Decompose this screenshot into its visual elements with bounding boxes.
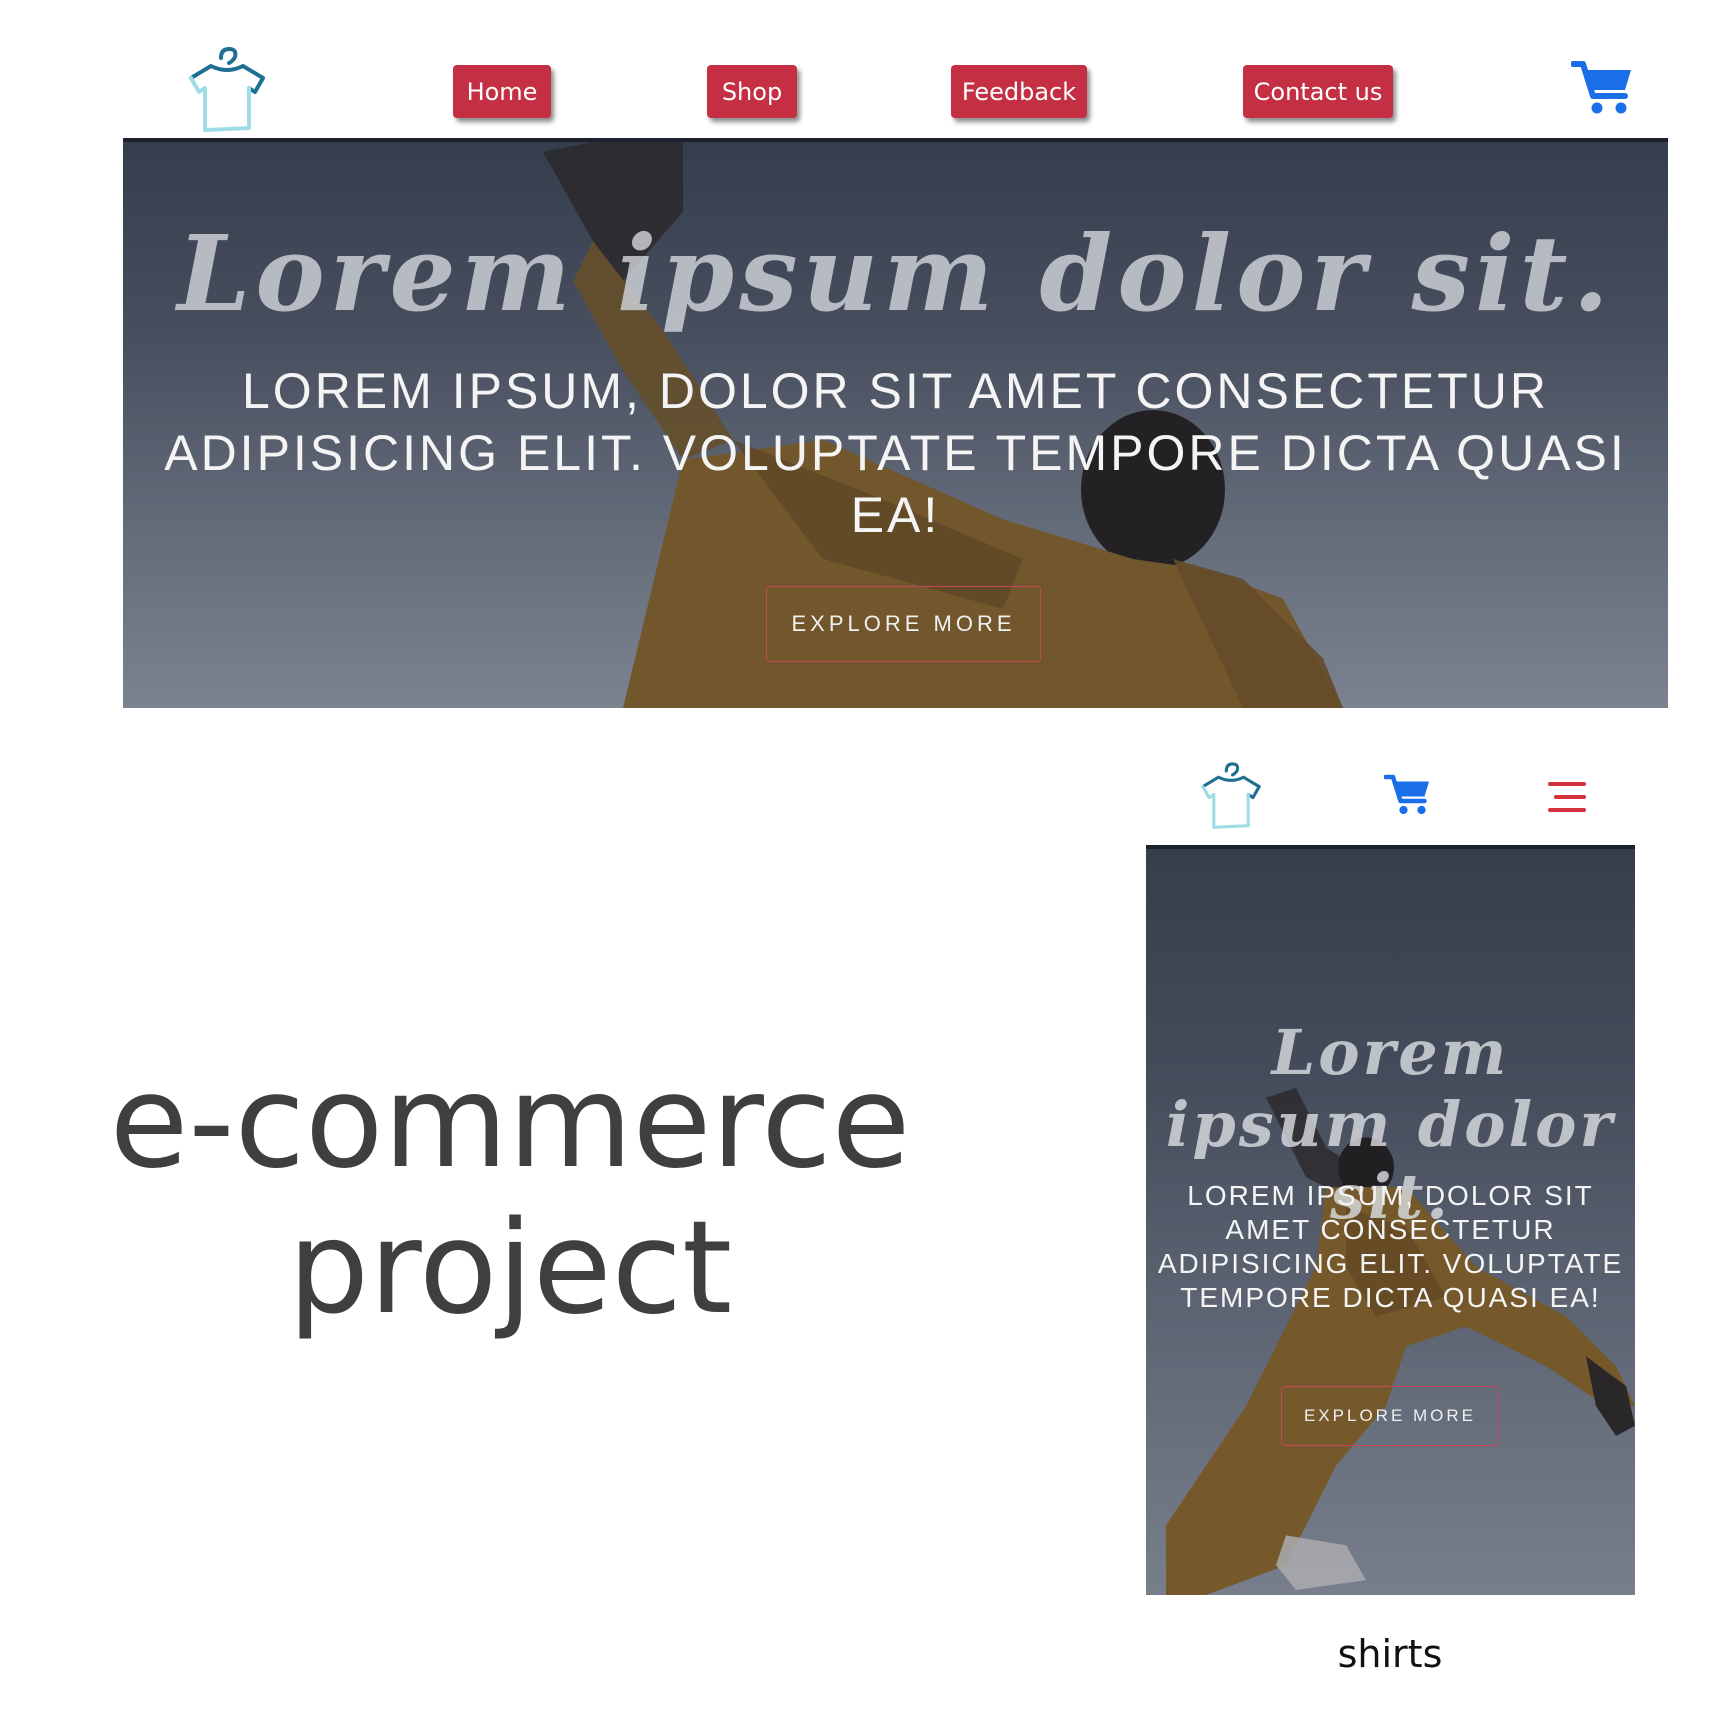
mobile-hero-banner: Lorem ipsum dolor sit. LOREM IPSUM, DOLO… (1146, 845, 1635, 1595)
hero-subtitle: LOREM IPSUM, DOLOR SIT AMET CONSECTETUR … (164, 363, 1627, 543)
project-label: e-commerce project (90, 1050, 930, 1342)
hamburger-menu-icon (1548, 782, 1586, 812)
hero-title: Lorem ipsum dolor sit. (177, 212, 1614, 335)
desktop-hero-banner: Lorem ipsum dolor sit. LOREM IPSUM, DOLO… (123, 138, 1668, 708)
shirt-hanger-icon[interactable] (185, 44, 269, 136)
project-label-line1: e-commerce (109, 1048, 911, 1197)
shopping-cart-icon[interactable] (1384, 772, 1432, 818)
shopping-cart-icon[interactable] (1571, 58, 1635, 118)
shirt-hanger-icon[interactable] (1198, 760, 1264, 832)
explore-more-button[interactable]: EXPLORE MORE (766, 586, 1041, 662)
nav-shop-button[interactable]: Shop (707, 65, 797, 118)
hamburger-menu-button[interactable] (1546, 780, 1588, 814)
nav-home-button[interactable]: Home (453, 65, 551, 118)
mockup-caption: shirts (1337, 1632, 1443, 1676)
project-label-line2: project (287, 1194, 733, 1343)
desktop-header: Home Shop Feedback Contact us (123, 40, 1668, 140)
nav-feedback-button[interactable]: Feedback (951, 65, 1087, 118)
hero-subtitle: LOREM IPSUM, DOLOR SIT AMET CONSECTETUR … (1157, 1180, 1624, 1313)
explore-more-button[interactable]: EXPLORE MORE (1281, 1386, 1499, 1446)
nav-contact-button[interactable]: Contact us (1243, 65, 1393, 118)
